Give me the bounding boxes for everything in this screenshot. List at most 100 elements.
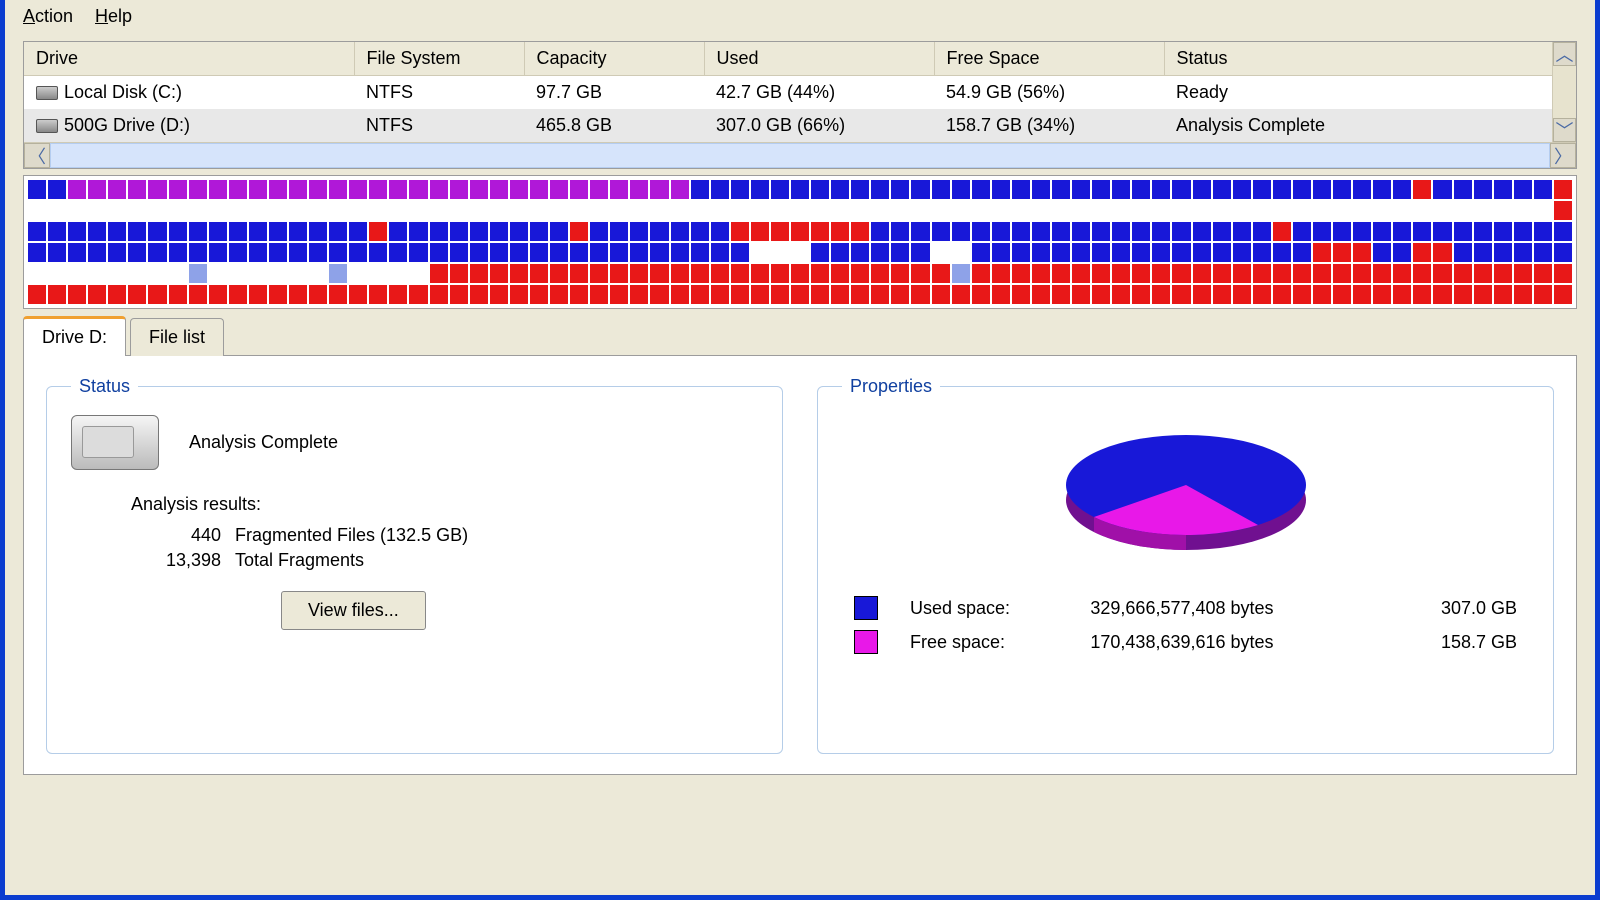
map-cell [731,180,749,199]
map-cell [369,222,387,241]
vertical-scrollbar[interactable]: ︿ ﹀ [1552,42,1576,142]
map-cell [972,264,990,283]
map-cell [430,222,448,241]
map-cell [992,243,1010,262]
scroll-track[interactable] [50,143,1550,168]
map-cell [1233,243,1251,262]
map-cell [450,180,468,199]
col-drive[interactable]: Drive [24,42,354,76]
col-freespace[interactable]: Free Space [934,42,1164,76]
map-cell [1454,180,1472,199]
map-cell [992,222,1010,241]
map-cell [751,285,769,304]
map-cell [851,201,869,220]
map-cell [349,222,367,241]
map-cell [189,285,207,304]
map-cell [891,180,909,199]
map-cell [1152,243,1170,262]
map-cell [48,285,66,304]
map-cell [550,201,568,220]
menu-help[interactable]: Help [95,6,132,27]
drive-row-c[interactable]: Local Disk (C:) NTFS 97.7 GB 42.7 GB (44… [24,76,1576,110]
map-cell [48,180,66,199]
map-cell [68,180,86,199]
col-filesystem[interactable]: File System [354,42,524,76]
map-cell [932,222,950,241]
map-cell [409,264,427,283]
col-status[interactable]: Status [1164,42,1576,76]
map-cell [1534,264,1552,283]
map-cell [369,201,387,220]
map-cell [1253,201,1271,220]
map-cell [1112,180,1130,199]
map-cell [1393,180,1411,199]
scroll-left-icon[interactable]: 〈 [24,143,50,168]
tab-file-list[interactable]: File list [130,318,224,356]
map-cell [1433,222,1451,241]
drive-row-d[interactable]: 500G Drive (D:) NTFS 465.8 GB 307.0 GB (… [24,109,1576,142]
col-used[interactable]: Used [704,42,934,76]
map-cell [329,243,347,262]
tab-drive-d[interactable]: Drive D: [23,316,126,356]
map-cell [1353,201,1371,220]
map-cell [1333,264,1351,283]
drive-table[interactable]: Drive File System Capacity Used Free Spa… [24,42,1576,142]
map-cell [1333,201,1351,220]
map-cell [731,285,749,304]
map-cell [811,222,829,241]
map-cell [992,180,1010,199]
map-cell [911,180,929,199]
map-cell [1313,201,1331,220]
used-space-label: Used space: [900,592,1078,624]
map-cell [510,243,528,262]
menu-action[interactable]: Action [23,6,73,27]
map-cell [68,285,86,304]
col-capacity[interactable]: Capacity [524,42,704,76]
map-cell [972,201,990,220]
scroll-right-icon[interactable]: 〉 [1550,143,1576,168]
map-cell [1413,264,1431,283]
map-cell [450,264,468,283]
map-cell [630,243,648,262]
map-cell [570,243,588,262]
map-cell [229,222,247,241]
map-cell [88,285,106,304]
map-cell [1433,180,1451,199]
view-files-button[interactable]: View files... [281,591,426,630]
map-cell [711,264,729,283]
map-cell [490,243,508,262]
map-cell [510,180,528,199]
map-cell [88,180,106,199]
map-cell [1454,243,1472,262]
map-cell [932,180,950,199]
map-cell [1554,264,1572,283]
map-cell [269,201,287,220]
map-cell [1132,180,1150,199]
horizontal-scrollbar[interactable]: 〈 〉 [24,142,1576,168]
map-cell [1413,201,1431,220]
scroll-down-icon[interactable]: ﹀ [1553,118,1576,142]
map-cell [1554,180,1572,199]
map-cell [28,243,46,262]
map-cell [1092,180,1110,199]
map-cell [249,243,267,262]
scroll-up-icon[interactable]: ︿ [1553,42,1576,66]
map-cell [369,264,387,283]
map-cell [1293,264,1311,283]
map-cell [1293,222,1311,241]
map-cell [650,264,668,283]
map-cell [1213,222,1231,241]
map-cell [791,243,809,262]
map-cell [148,222,166,241]
map-cell [751,201,769,220]
map-cell [1293,243,1311,262]
map-cell [1494,285,1512,304]
map-cell [650,222,668,241]
map-cell [1172,243,1190,262]
map-cell [1273,243,1291,262]
map-cell [1333,243,1351,262]
map-cell [68,222,86,241]
map-cell [1072,201,1090,220]
status-state: Analysis Complete [189,432,338,453]
map-cell [1032,222,1050,241]
